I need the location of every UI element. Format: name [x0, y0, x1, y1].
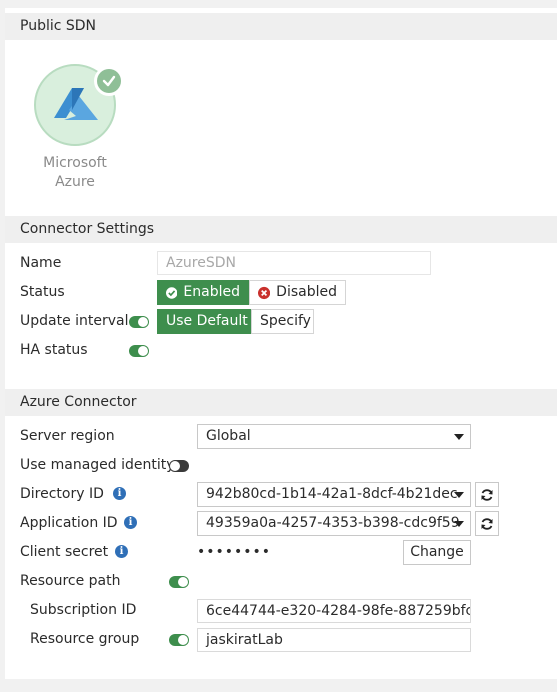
chevron-down-icon: [454, 521, 464, 527]
status-label: Status: [20, 284, 65, 300]
status-enabled-button[interactable]: Enabled: [157, 280, 249, 305]
directory-id-info-icon[interactable]: i: [113, 487, 126, 500]
connector-card-line1: Microsoft: [43, 155, 107, 171]
client-secret-info-icon[interactable]: i: [115, 545, 128, 558]
resource-group-field[interactable]: jaskiratLab: [197, 628, 471, 652]
directory-id-value: 942b80cd-1b14-42a1-8dcf-4b21dec: [206, 486, 458, 502]
chevron-down-icon: [454, 492, 464, 498]
ha-status-label: HA status: [20, 342, 88, 358]
use-managed-identity-toggle[interactable]: [169, 460, 189, 472]
status-enabled-label: Enabled: [183, 284, 240, 300]
connector-card-label: Microsoft Azure: [27, 154, 123, 192]
use-default-label: Use Default: [166, 313, 248, 329]
azure-logo-icon: [54, 88, 98, 120]
connector-card-line2: Azure: [55, 174, 95, 190]
client-secret-value: ••••••••: [197, 544, 272, 560]
status-disabled-label: Disabled: [276, 284, 337, 300]
public-sdn-header: Public SDN: [5, 13, 557, 40]
close-circle-icon: [258, 286, 271, 299]
client-secret-label: Client secret: [20, 544, 109, 560]
server-region-value: Global: [206, 428, 251, 444]
directory-id-label: Directory ID: [20, 486, 104, 502]
name-label: Name: [20, 255, 62, 271]
use-managed-identity-label: Use managed identity: [20, 457, 175, 473]
use-default-button[interactable]: Use Default: [157, 309, 251, 334]
resource-path-toggle[interactable]: [169, 576, 189, 588]
server-region-label: Server region: [20, 428, 115, 444]
specify-label: Specify: [260, 313, 311, 329]
resource-group-label: Resource group: [30, 631, 140, 647]
specify-button[interactable]: Specify: [251, 309, 314, 334]
chevron-down-icon: [454, 434, 464, 440]
check-circle-icon: [166, 286, 178, 299]
directory-id-select[interactable]: 942b80cd-1b14-42a1-8dcf-4b21dec: [197, 482, 471, 507]
directory-id-refresh-button[interactable]: [475, 482, 499, 507]
server-region-select[interactable]: Global: [197, 424, 471, 449]
subscription-id-label: Subscription ID: [30, 602, 137, 618]
application-id-value: 49359a0a-4257-4353-b398-cdc9f59: [206, 515, 460, 531]
status-disabled-button[interactable]: Disabled: [249, 280, 346, 305]
name-field[interactable]: AzureSDN: [157, 251, 431, 275]
application-id-refresh-button[interactable]: [475, 511, 499, 536]
application-id-select[interactable]: 49359a0a-4257-4353-b398-cdc9f59: [197, 511, 471, 536]
update-interval-label: Update interval: [20, 313, 129, 329]
refresh-icon: [481, 517, 493, 530]
application-id-info-icon[interactable]: i: [124, 516, 137, 529]
subscription-id-field[interactable]: 6ce44744-e320-4284-98fe-887259bfc: [197, 599, 471, 623]
sdn-connector-panel: Public SDN Microsoft Azure Connector Set…: [5, 8, 557, 679]
change-secret-button[interactable]: Change: [403, 540, 471, 565]
refresh-icon: [481, 488, 493, 501]
update-interval-toggle[interactable]: [129, 316, 149, 328]
resource-group-toggle[interactable]: [169, 634, 189, 646]
resource-path-label: Resource path: [20, 573, 121, 589]
application-id-label: Application ID: [20, 515, 118, 531]
selected-check-icon: [94, 66, 124, 96]
connector-settings-header: Connector Settings: [5, 216, 557, 243]
azure-connector-header: Azure Connector: [5, 389, 557, 416]
ha-status-toggle[interactable]: [129, 345, 149, 357]
